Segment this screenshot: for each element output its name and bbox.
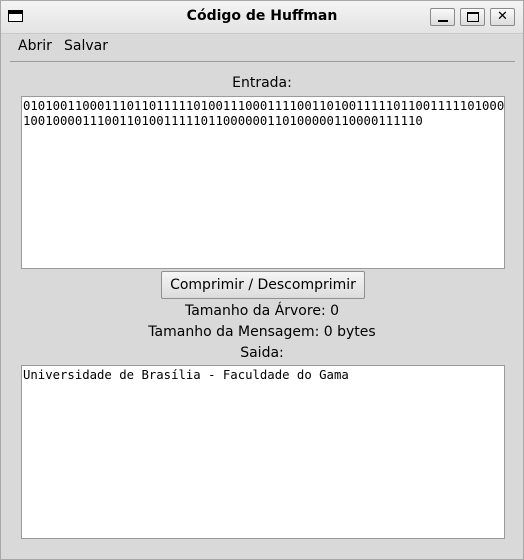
minimize-button[interactable]: [430, 8, 455, 26]
menu-bar: Abrir Salvar: [10, 33, 515, 62]
menu-item-abrir[interactable]: Abrir: [18, 38, 52, 54]
menu-item-salvar[interactable]: Salvar: [64, 38, 108, 54]
tree-size-label: Tamanho da Árvore: 0: [184, 303, 340, 319]
output-label: Saida:: [240, 345, 284, 361]
close-button[interactable]: [490, 8, 515, 26]
maximize-button[interactable]: [460, 8, 485, 26]
output-textarea[interactable]: Universidade de Brasília - Faculdade do …: [21, 365, 505, 539]
compress-decompress-button[interactable]: Comprimir / Descomprimir: [161, 271, 365, 299]
input-label: Entrada:: [232, 75, 292, 91]
input-textarea[interactable]: 0101001100011101101111101001110001111001…: [21, 96, 505, 269]
message-size-label: Tamanho da Mensagem: 0 bytes: [148, 324, 376, 340]
main-window: Código de Huffman Abrir Salvar Entrada: …: [0, 0, 524, 560]
title-bar[interactable]: Código de Huffman: [1, 1, 523, 34]
